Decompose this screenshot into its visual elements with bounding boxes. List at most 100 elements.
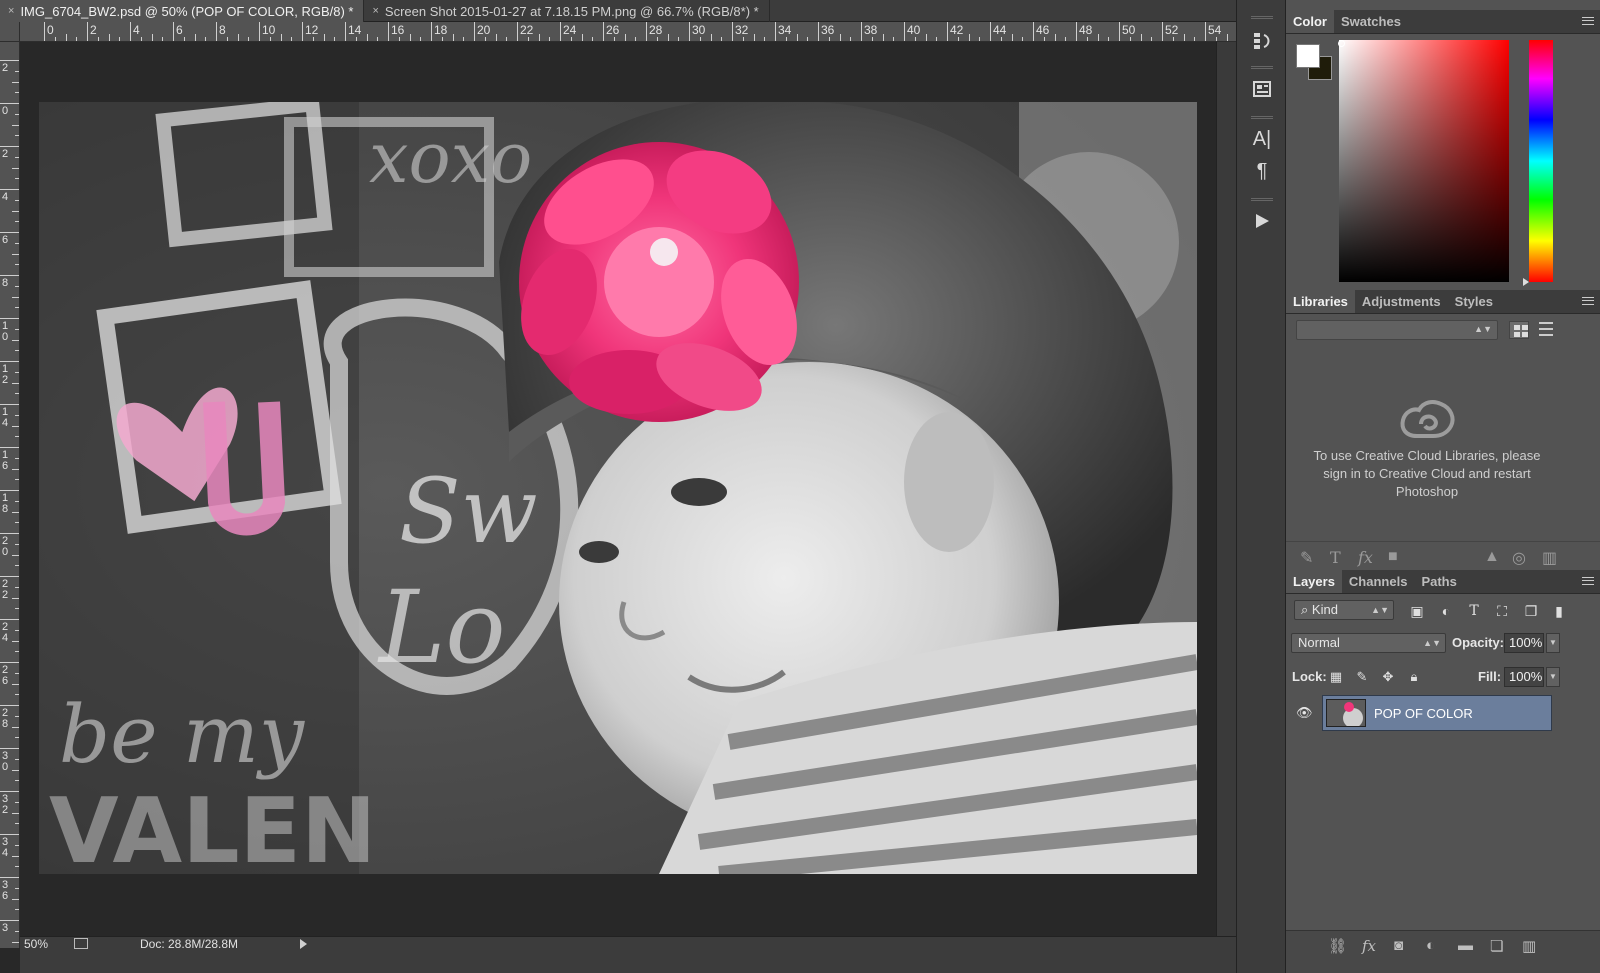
add-mask-icon[interactable]: ◙: [1394, 937, 1403, 954]
grid-view-icon[interactable]: [1509, 321, 1529, 339]
panel-menu-icon[interactable]: [1582, 297, 1594, 305]
tab-adjustments[interactable]: Adjustments: [1355, 290, 1448, 313]
cloud-sync-icon[interactable]: ◎: [1512, 548, 1526, 568]
layer-visibility-eye-icon[interactable]: 👁︎: [1296, 705, 1313, 720]
dock-grip[interactable]: [1251, 16, 1273, 19]
document-tab-inactive[interactable]: × Screen Shot 2015-01-27 at 7.18.15 PM.p…: [364, 0, 770, 22]
ruler-minor-tick: [506, 37, 508, 41]
new-adjustment-layer-icon[interactable]: ◐: [1426, 937, 1435, 954]
tab-color[interactable]: Color: [1286, 10, 1334, 33]
ruler-label: 20: [1, 535, 9, 558]
brush-icon[interactable]: ✎: [1300, 548, 1313, 568]
pixel-layer-filter-icon[interactable]: ▣: [1408, 603, 1426, 619]
tab-styles[interactable]: Styles: [1448, 290, 1500, 313]
tab-libraries[interactable]: Libraries: [1286, 290, 1355, 313]
tab-swatches[interactable]: Swatches: [1334, 10, 1408, 33]
ruler-minor-tick: [753, 34, 755, 41]
new-group-folder-icon[interactable]: ▬: [1458, 937, 1473, 954]
smart-object-filter-icon[interactable]: ❐: [1522, 603, 1540, 619]
lock-position-icon[interactable]: ✥: [1380, 670, 1396, 684]
close-tab-icon[interactable]: ×: [8, 5, 14, 17]
opacity-dropdown-icon[interactable]: ▼: [1546, 633, 1560, 653]
link-layers-icon[interactable]: ⛓: [1328, 937, 1347, 955]
ruler-tick: [0, 748, 19, 749]
fill-field[interactable]: 100%: [1504, 667, 1544, 687]
color-field[interactable]: [1339, 40, 1509, 282]
vertical-ruler[interactable]: 20246810121416182022242628303234363: [0, 42, 20, 948]
zoom-level[interactable]: 50%: [24, 937, 48, 951]
ruler-minor-tick: [65, 34, 67, 41]
canvas-vertical-scrollbar[interactable]: [1216, 42, 1236, 936]
lock-all-icon[interactable]: 🔒︎: [1406, 670, 1422, 684]
tab-channels[interactable]: Channels: [1342, 570, 1415, 593]
ruler-origin[interactable]: [0, 22, 20, 42]
status-menu-arrow-icon[interactable]: [300, 939, 307, 949]
swatch-icon[interactable]: ■: [1388, 548, 1398, 566]
filter-toggle-icon[interactable]: ▮: [1550, 603, 1568, 619]
paragraph-icon[interactable]: ¶: [1248, 158, 1276, 184]
ruler-label: 26: [606, 23, 620, 37]
ruler-minor-tick: [12, 81, 19, 83]
layer-filter-kind-select[interactable]: ⌕ Kind ▲▼: [1294, 600, 1394, 620]
ruler-minor-tick: [742, 37, 744, 41]
layer-style-fx-icon[interactable]: fx: [1362, 937, 1376, 955]
ruler-minor-tick: [12, 597, 19, 599]
ruler-tick: [560, 22, 561, 41]
creative-cloud-icon: [1400, 400, 1455, 438]
hue-slider[interactable]: [1529, 40, 1553, 282]
ruler-minor-tick: [15, 823, 19, 825]
ruler-minor-tick: [280, 34, 282, 41]
ruler-minor-tick: [420, 37, 422, 41]
lock-transparent-pixels-icon[interactable]: ▦: [1328, 670, 1344, 684]
new-layer-icon[interactable]: ❏: [1490, 937, 1503, 955]
blend-mode-select[interactable]: Normal ▲▼: [1291, 633, 1446, 653]
document-image[interactable]: Sw Lo be my VALEN xoxo: [39, 102, 1197, 874]
trash-icon[interactable]: ▥: [1542, 548, 1557, 568]
ruler-label: 32: [735, 23, 749, 37]
history-icon[interactable]: [1248, 28, 1276, 54]
tab-paths[interactable]: Paths: [1414, 570, 1463, 593]
dock-grip[interactable]: [1251, 66, 1273, 69]
ruler-minor-tick: [15, 285, 19, 287]
type-icon[interactable]: T: [1330, 548, 1341, 567]
dock-grip[interactable]: [1251, 116, 1273, 119]
dock-grip[interactable]: [1251, 198, 1273, 201]
ruler-minor-tick: [15, 307, 19, 309]
ruler-minor-tick: [15, 672, 19, 674]
ruler-minor-tick: [15, 844, 19, 846]
canvas-area[interactable]: Sw Lo be my VALEN xoxo: [20, 42, 1216, 936]
color-field-marker[interactable]: [1338, 40, 1345, 47]
properties-icon[interactable]: [1248, 76, 1276, 102]
list-view-icon[interactable]: [1539, 322, 1553, 336]
ruler-tick: [861, 22, 862, 41]
foreground-color-swatch[interactable]: [1296, 44, 1320, 68]
fill-dropdown-icon[interactable]: ▼: [1546, 667, 1560, 687]
close-tab-icon[interactable]: ×: [372, 5, 378, 17]
layer-name[interactable]: POP OF COLOR: [1374, 706, 1473, 721]
panel-menu-icon[interactable]: [1582, 17, 1594, 25]
horizontal-ruler[interactable]: 0 2 4 6 8 10 12 14 16 18 20 22 24 26 28 30 32 34 36 38 40 42 4…: [20, 22, 1236, 42]
opacity-field[interactable]: 100%: [1504, 633, 1544, 653]
character-icon[interactable]: A|: [1248, 126, 1276, 152]
shape-layer-filter-icon[interactable]: ⛶: [1493, 603, 1511, 619]
blend-mode-value: Normal: [1298, 635, 1340, 650]
hue-slider-marker-icon[interactable]: [1523, 278, 1529, 286]
share-icon[interactable]: [74, 938, 88, 949]
tab-layers[interactable]: Layers: [1286, 570, 1342, 593]
warning-icon[interactable]: ▲: [1484, 548, 1500, 566]
fx-icon[interactable]: fx: [1358, 548, 1373, 567]
ruler-label: 0: [47, 23, 54, 37]
panel-menu-icon[interactable]: [1582, 577, 1594, 585]
lock-image-pixels-icon[interactable]: ✎: [1354, 670, 1370, 684]
delete-layer-trash-icon[interactable]: ▥: [1522, 937, 1536, 955]
ruler-minor-tick: [12, 941, 19, 943]
ruler-minor-tick: [785, 37, 787, 41]
ruler-label: 18: [434, 23, 448, 37]
type-layer-filter-icon[interactable]: T: [1465, 603, 1483, 619]
library-select[interactable]: ▲▼: [1296, 320, 1498, 340]
document-tab-active[interactable]: × IMG_6704_BW2.psd @ 50% (POP OF COLOR, …: [0, 0, 365, 22]
adjustment-layer-filter-icon[interactable]: ◐: [1437, 603, 1455, 619]
actions-play-icon[interactable]: [1248, 208, 1276, 234]
layer-row[interactable]: POP OF COLOR: [1322, 695, 1552, 731]
ruler-minor-tick: [613, 37, 615, 41]
